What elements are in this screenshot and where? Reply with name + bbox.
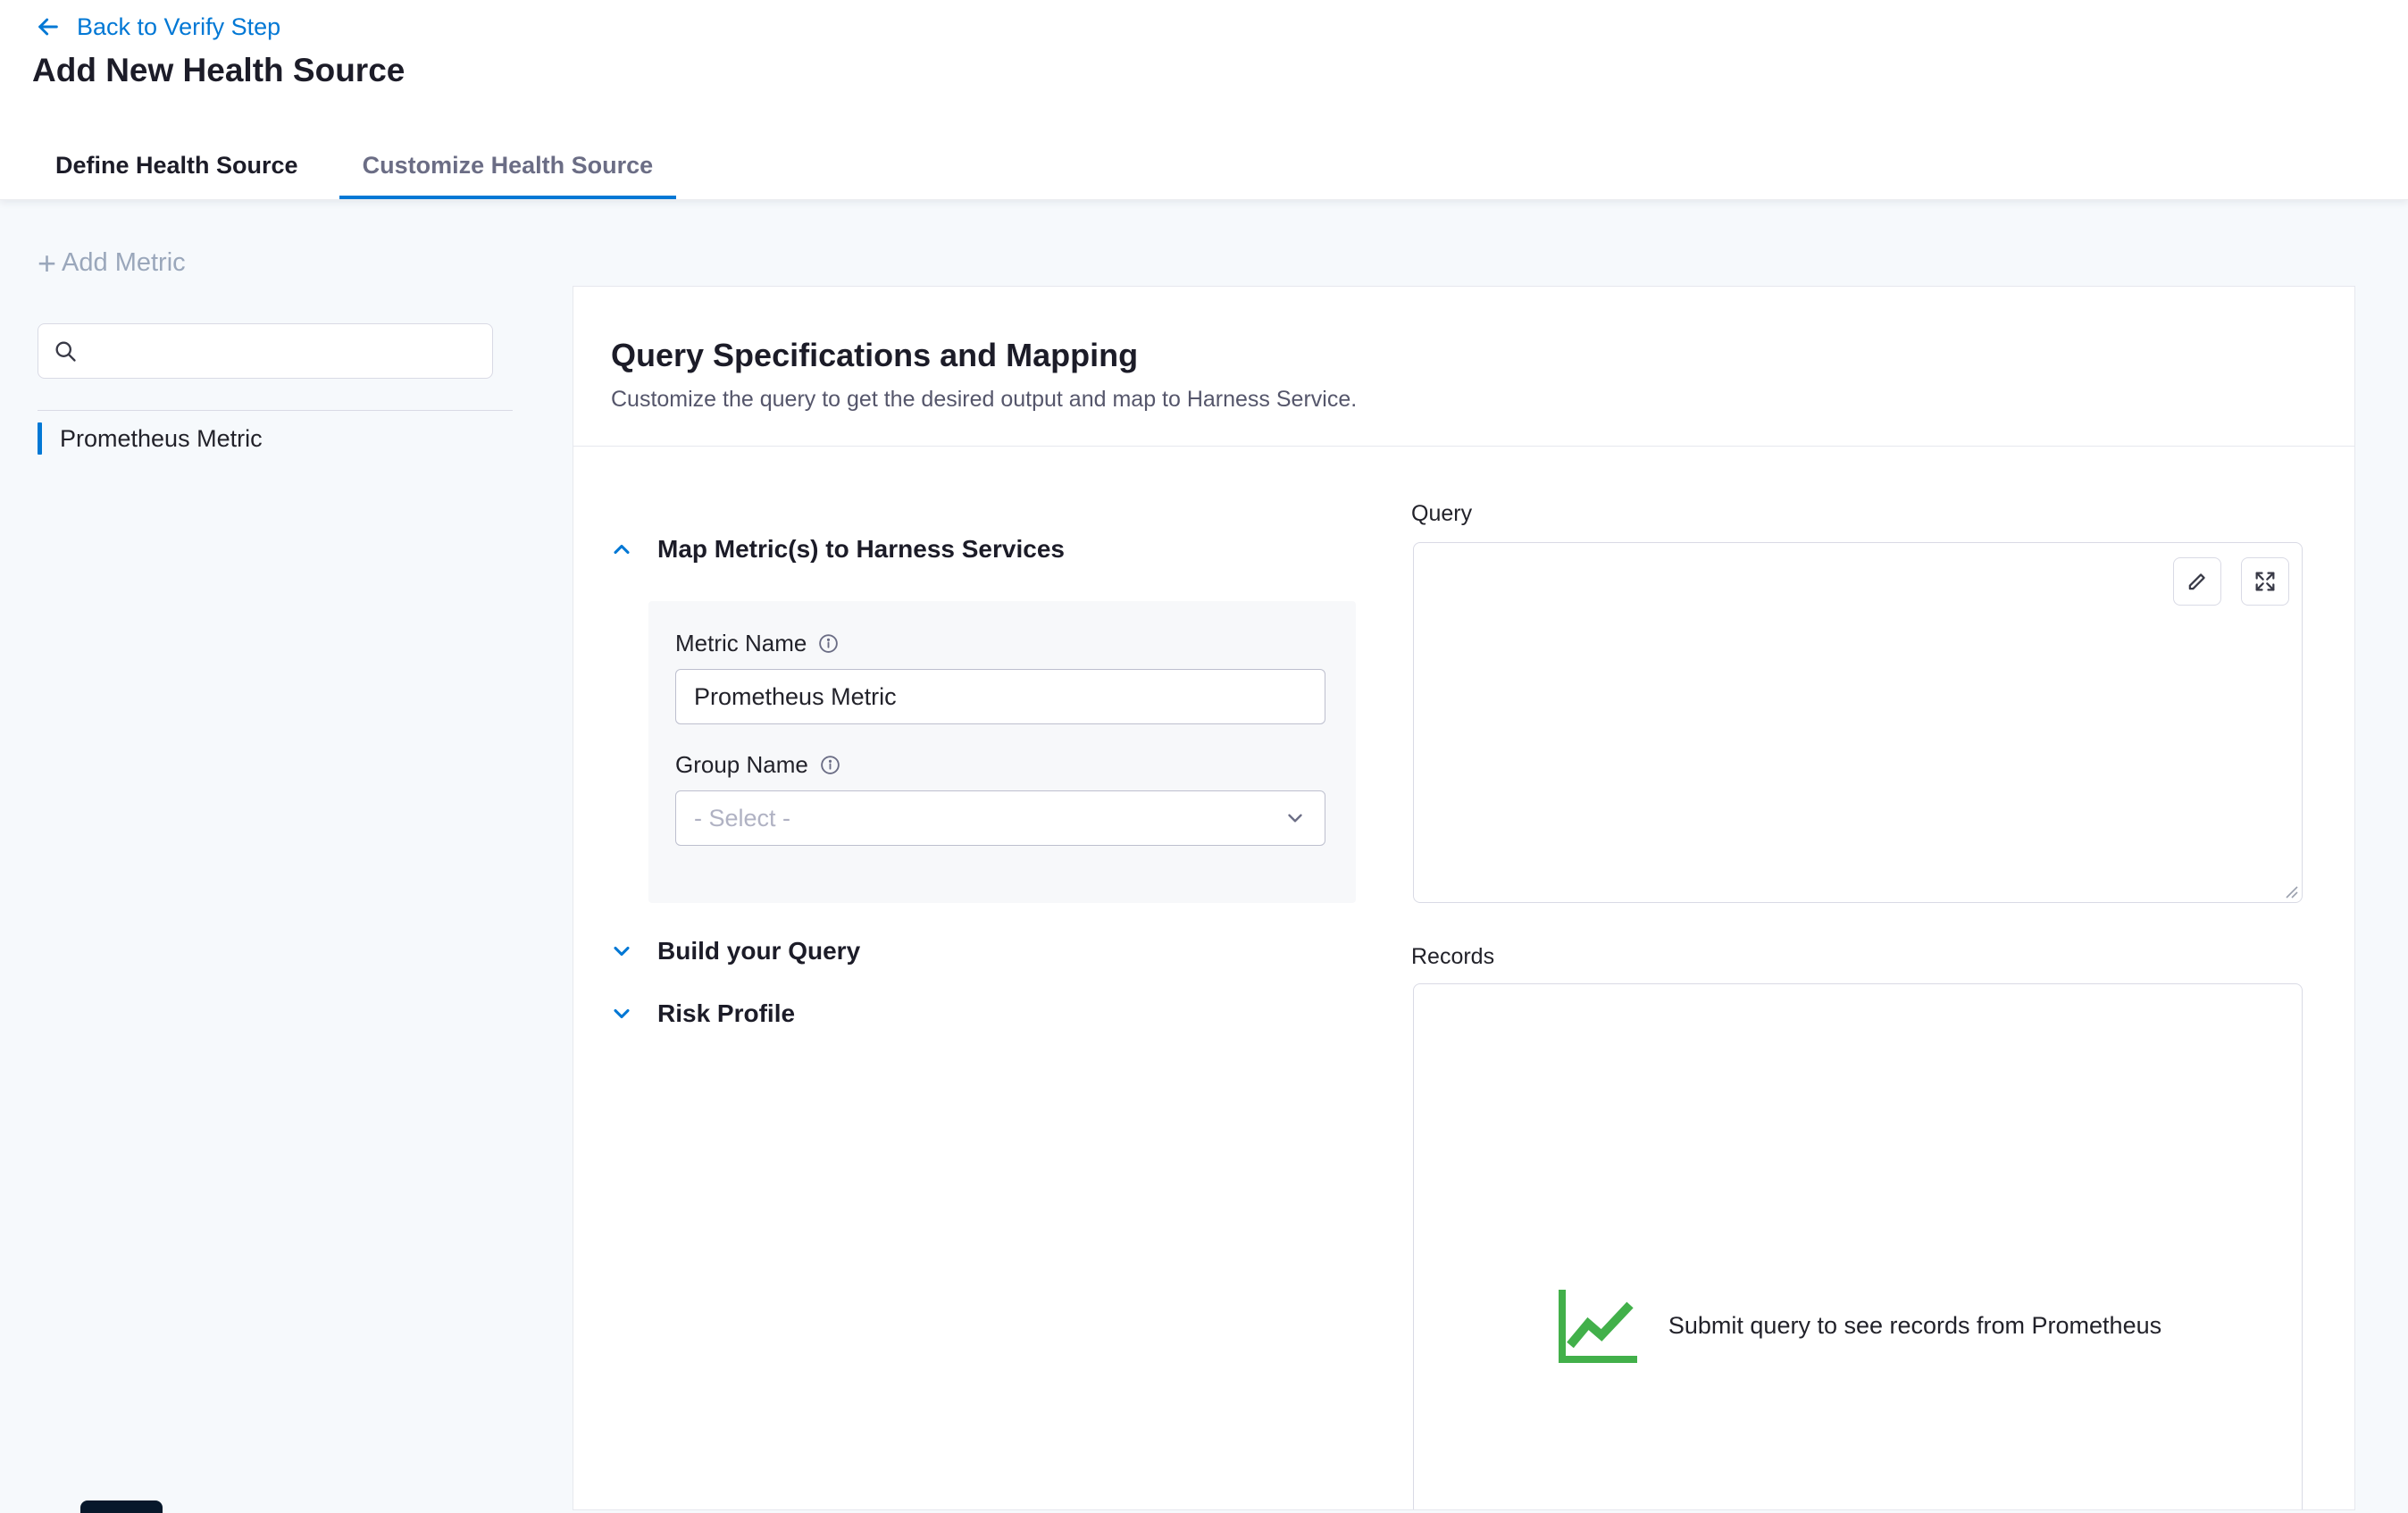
section-label: Risk Profile [657,999,795,1028]
edit-query-button[interactable] [2173,557,2221,606]
metric-name-label-row: Metric Name [675,630,840,657]
chevron-up-icon [609,537,634,562]
section-map-metrics[interactable]: Map Metric(s) to Harness Services [609,530,1065,569]
back-to-verify-link[interactable]: Back to Verify Step [34,13,280,41]
back-arrow-icon [34,13,63,41]
card-heading: Query Specifications and Mapping [611,337,1138,374]
card-divider [573,446,2354,447]
add-health-source-page: Back to Verify Step Add New Health Sourc… [0,0,2408,1513]
map-metric-form-panel: Metric Name Group Name - Select - [648,601,1356,903]
records-label: Records [1411,944,1494,970]
chevron-down-icon [609,1001,634,1026]
metric-item-label: Prometheus Metric [60,425,263,453]
metric-search[interactable] [38,323,493,379]
section-label: Map Metric(s) to Harness Services [657,535,1065,564]
metric-name-label: Metric Name [675,630,807,657]
info-icon[interactable] [819,754,841,776]
tab-bar: Define Health Source Customize Health So… [32,131,694,199]
chevron-down-icon [1283,807,1307,830]
page-header: Back to Verify Step Add New Health Sourc… [0,0,2408,200]
sidebar-item-prometheus-metric[interactable]: Prometheus Metric [38,418,263,459]
section-build-your-query[interactable]: Build your Query [609,932,860,971]
tab-define-health-source[interactable]: Define Health Source [32,131,322,199]
sidebar-divider [38,410,513,411]
select-placeholder: - Select - [694,805,790,832]
group-name-label: Group Name [675,751,808,779]
group-name-select[interactable]: - Select - [675,790,1325,846]
tab-customize-health-source[interactable]: Customize Health Source [339,131,677,199]
query-label: Query [1411,501,1472,527]
records-empty-state: Submit query to see records from Prometh… [1414,1284,2302,1367]
chevron-down-icon [609,939,634,964]
selected-indicator [38,422,42,455]
query-textarea[interactable] [1413,542,2303,903]
group-name-label-row: Group Name [675,751,841,779]
back-link-label: Back to Verify Step [77,13,280,41]
submit-button[interactable] [80,1500,163,1513]
card-subheading: Customize the query to get the desired o… [611,387,1357,413]
resize-handle[interactable] [2281,882,2299,899]
plus-icon: + [38,250,56,277]
records-panel: Submit query to see records from Prometh… [1413,983,2303,1510]
query-specifications-card: Query Specifications and Mapping Customi… [573,286,2355,1510]
add-metric-button[interactable]: + Add Metric [38,248,186,278]
expand-icon [2253,569,2278,594]
info-icon[interactable] [817,632,840,655]
section-label: Build your Query [657,937,860,965]
pencil-icon [2185,569,2210,594]
chart-line-icon [1554,1284,1643,1367]
search-input[interactable] [88,338,478,365]
section-risk-profile[interactable]: Risk Profile [609,994,795,1033]
search-icon [53,339,78,364]
expand-query-button[interactable] [2241,557,2289,606]
page-title: Add New Health Source [32,52,405,89]
records-empty-text: Submit query to see records from Prometh… [1668,1312,2161,1340]
metric-name-input[interactable] [675,669,1325,724]
add-metric-label: Add Metric [62,248,186,278]
